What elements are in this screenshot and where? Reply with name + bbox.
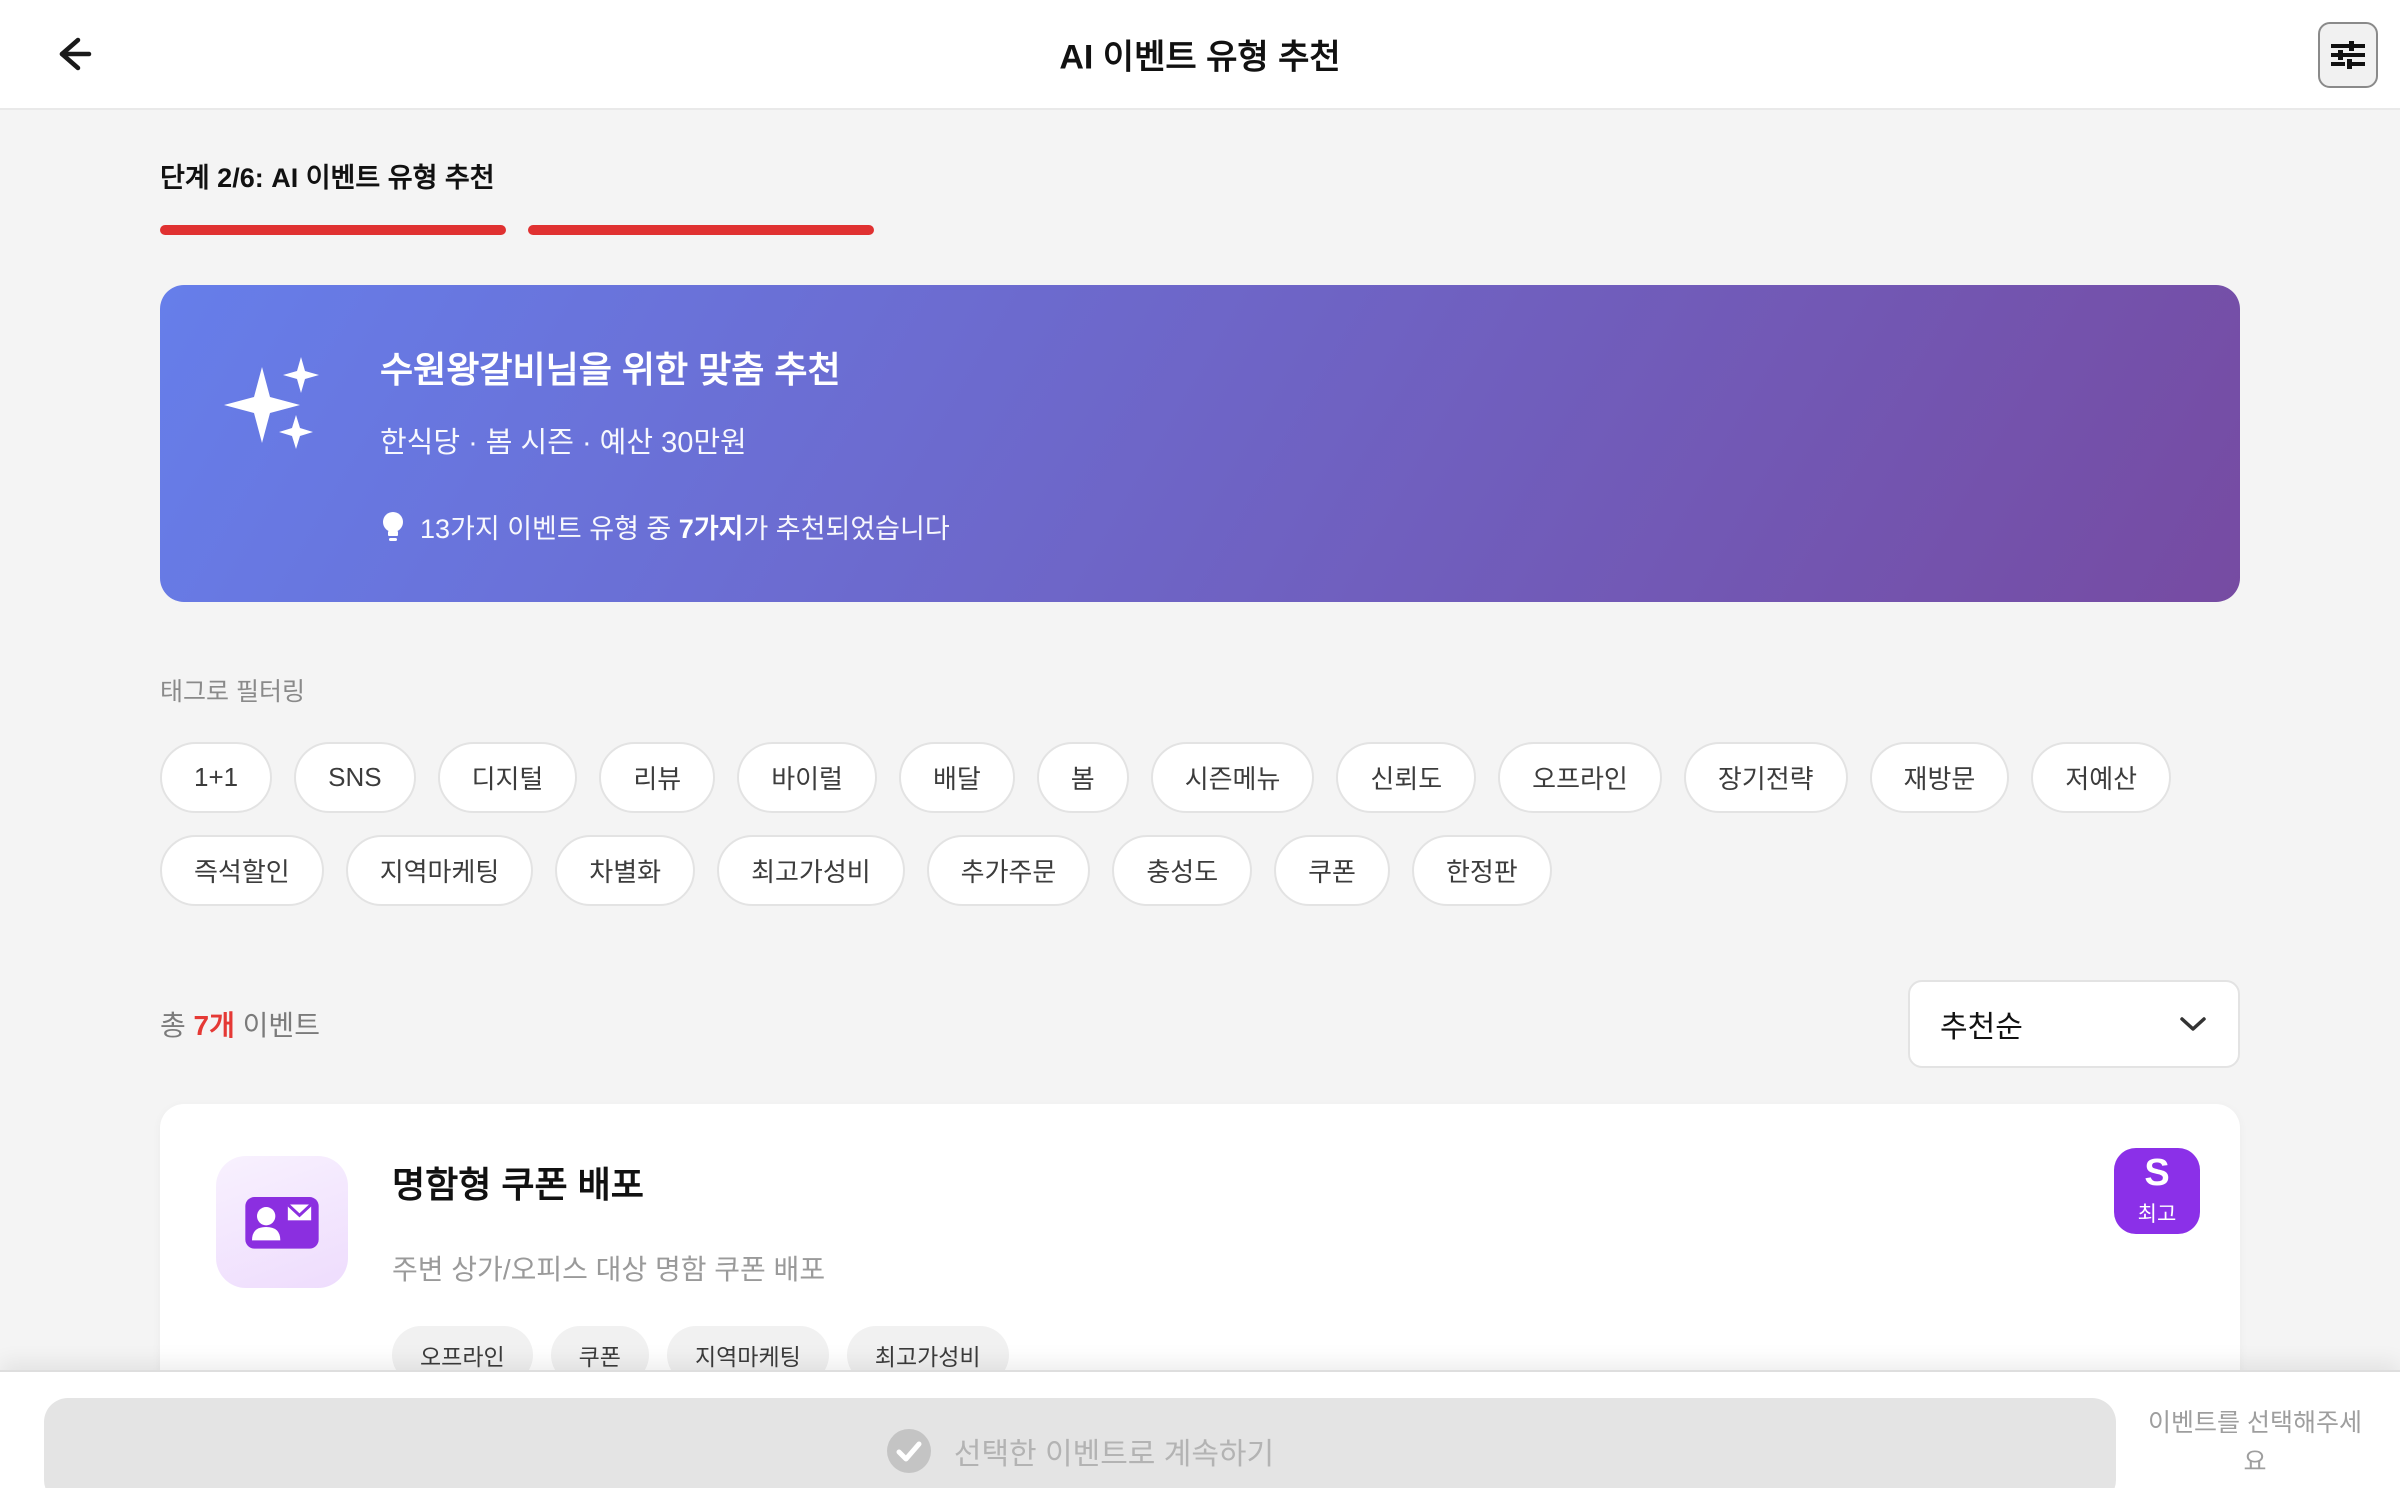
filter-section-label: 태그로 필터링 <box>160 678 305 706</box>
tune-sliders-icon <box>2329 36 2367 74</box>
contact-card-coupon-icon <box>242 1182 322 1262</box>
bottom-action-bar: 선택한 이벤트로 계속하기 이벤트를 선택해주세요 <box>0 1370 2400 1488</box>
banner-subtitle: 한식당 · 봄 시즌 · 예산 30만원 <box>380 427 747 459</box>
filter-chip[interactable]: 재방문 <box>1869 742 2010 813</box>
filter-settings-button[interactable] <box>2318 22 2378 88</box>
banner-info-text: 13가지 이벤트 유형 중 7가지가 추천되었습니다 <box>420 514 950 544</box>
sort-dropdown-value: 추천순 <box>1940 1011 2023 1044</box>
lightbulb-icon <box>380 510 406 544</box>
filter-chip[interactable]: SNS <box>294 742 416 813</box>
filter-chip[interactable]: 추가주문 <box>926 835 1091 906</box>
progress-segment <box>528 225 874 235</box>
filter-chip[interactable]: 배달 <box>898 742 1015 813</box>
progress-segment <box>160 225 506 235</box>
event-card-head: 명함형 쿠폰 배포 주변 상가/오피스 대상 명함 쿠폰 배포 오프라인 쿠폰 … <box>216 1156 2184 1384</box>
banner-text: 수원왕갈비님을 위한 맞춤 추천 한식당 · 봄 시즌 · 예산 30만원 13… <box>380 341 950 546</box>
sparkles-icon <box>224 349 328 546</box>
filter-chip[interactable]: 오프라인 <box>1498 742 1662 813</box>
filter-chip[interactable]: 시즌메뉴 <box>1150 742 1315 813</box>
grade-label: 최고 <box>2137 1203 2177 1226</box>
check-circle-icon <box>886 1428 932 1474</box>
filter-chip[interactable]: 한정판 <box>1411 835 1552 906</box>
event-count-text: 총 7개 이벤트 <box>160 1010 320 1041</box>
recommendation-banner: 수원왕갈비님을 위한 맞춤 추천 한식당 · 봄 시즌 · 예산 30만원 13… <box>160 285 2240 602</box>
back-button[interactable] <box>44 26 100 82</box>
filter-chip[interactable]: 저예산 <box>2031 742 2172 813</box>
event-card-text: 명함형 쿠폰 배포 주변 상가/오피스 대상 명함 쿠폰 배포 오프라인 쿠폰 … <box>392 1156 1009 1384</box>
filter-chip[interactable]: 리뷰 <box>599 742 716 813</box>
sort-dropdown[interactable]: 추천순 <box>1908 980 2240 1068</box>
continue-button[interactable]: 선택한 이벤트로 계속하기 <box>44 1398 2116 1488</box>
event-description: 주변 상가/오피스 대상 명함 쿠폰 배포 <box>392 1254 826 1285</box>
filter-chip[interactable]: 장기전략 <box>1683 742 1848 813</box>
summary-row: 총 7개 이벤트 추천순 <box>160 980 2240 1068</box>
continue-button-label: 선택한 이벤트로 계속하기 <box>953 1438 1275 1471</box>
banner-info: 13가지 이벤트 유형 중 7가지가 추천되었습니다 <box>380 507 950 546</box>
event-count-value: 7개 <box>193 1010 235 1041</box>
banner-title: 수원왕갈비님을 위한 맞춤 추천 <box>380 349 841 390</box>
grade-letter: S <box>2144 1152 2170 1194</box>
filter-chip[interactable]: 즉석할인 <box>160 835 324 906</box>
event-icon-container <box>216 1156 348 1288</box>
filter-chip[interactable]: 지역마케팅 <box>345 835 534 906</box>
page-title: AI 이벤트 유형 추천 <box>1059 38 1341 77</box>
filter-chip[interactable]: 바이럴 <box>737 742 877 813</box>
progress-bar <box>160 225 2240 235</box>
arrow-left-icon <box>49 31 95 77</box>
filter-chip[interactable]: 충성도 <box>1112 835 1253 906</box>
filter-chip[interactable]: 1+1 <box>160 742 273 813</box>
step-label: 단계 2/6: AI 이벤트 유형 추천 <box>160 163 495 193</box>
filter-chip[interactable]: 신뢰도 <box>1336 742 1477 813</box>
event-title: 명함형 쿠폰 배포 <box>392 1164 644 1205</box>
chevron-down-icon <box>2178 1014 2208 1034</box>
selection-hint-text: 이벤트를 선택해주세요 <box>2148 1409 2362 1476</box>
filter-chip-list: 1+1 SNS 디지털 리뷰 바이럴 배달 봄 시즌메뉴 신뢰도 오프라인 장기… <box>160 742 2240 906</box>
grade-badge: S 최고 <box>2114 1148 2200 1234</box>
app-window: AI 이벤트 유형 추천 단계 2/6: AI 이벤트 유형 추천 수원왕갈비님… <box>0 0 2400 1488</box>
filter-chip[interactable]: 디지털 <box>437 742 578 813</box>
main-content: 단계 2/6: AI 이벤트 유형 추천 수원왕갈비님을 위한 맞춤 추천 한식… <box>0 156 2400 1488</box>
filter-chip[interactable]: 차별화 <box>555 835 696 906</box>
filter-chip[interactable]: 쿠폰 <box>1274 835 1390 906</box>
filter-chip[interactable]: 최고가성비 <box>717 835 905 906</box>
header: AI 이벤트 유형 추천 <box>0 0 2400 110</box>
filter-chip[interactable]: 봄 <box>1036 742 1129 813</box>
